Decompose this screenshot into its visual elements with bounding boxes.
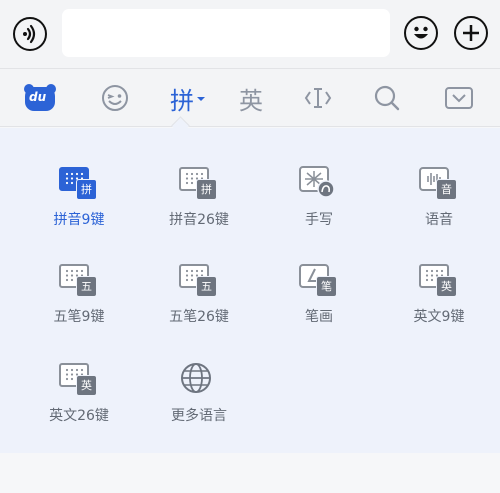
hide-keyboard-button[interactable]	[443, 69, 475, 127]
globe-icon	[179, 361, 219, 397]
input-method-label: 英文9键	[413, 309, 465, 325]
english-switch-button[interactable]: 英	[236, 69, 266, 127]
keyboard-icon: 英	[419, 262, 459, 298]
input-method-option[interactable]: 英英文26键	[17, 361, 137, 441]
wink-face-icon	[102, 85, 128, 111]
dropdown-arrow-icon	[197, 97, 205, 101]
voice-icon	[23, 24, 36, 44]
cursor-edit-button[interactable]	[302, 69, 334, 127]
input-method-option[interactable]: 手写	[257, 165, 377, 245]
collapse-keyboard-icon	[445, 87, 473, 109]
input-method-label: 语音	[425, 212, 453, 228]
method-badge: 拼	[196, 179, 217, 200]
add-button[interactable]	[454, 16, 488, 50]
method-badge: 五	[196, 276, 217, 297]
input-method-label: 更多语言	[171, 408, 227, 424]
input-method-option[interactable]: 更多语言	[137, 361, 257, 441]
emoji-button[interactable]	[404, 16, 438, 50]
method-badge: 英	[76, 375, 97, 396]
method-badge: 拼	[76, 179, 97, 200]
plus-icon	[463, 25, 479, 41]
baidu-logo-button[interactable]: du	[22, 69, 58, 127]
method-badge: 五	[76, 276, 97, 297]
input-method-label: 手写	[305, 212, 333, 228]
input-method-label: 五笔26键	[169, 309, 229, 325]
input-method-label: 拼音26键	[169, 212, 229, 228]
input-method-label: 笔画	[305, 309, 333, 325]
input-method-option[interactable]: 英英文9键	[377, 262, 497, 342]
voice-wave-icon: 音	[419, 165, 459, 201]
keyboard-icon: 拼	[59, 165, 99, 201]
emoji-panel-button[interactable]	[98, 69, 132, 127]
stroke-icon: 笔	[299, 262, 339, 298]
search-icon	[374, 85, 400, 111]
pinyin-switch-button[interactable]: 拼	[166, 69, 210, 127]
input-method-option[interactable]: 拼拼音9键	[17, 165, 137, 245]
input-method-label: 英文26键	[49, 408, 109, 424]
keyboard-icon: 拼	[179, 165, 219, 201]
input-method-label: 拼音9键	[53, 212, 105, 228]
input-method-option[interactable]: 拼拼音26键	[137, 165, 257, 245]
top-bar	[0, 0, 500, 68]
keyboard-icon: 英	[59, 361, 99, 397]
cursor-icon	[304, 88, 332, 108]
input-method-label: 五笔9键	[53, 309, 105, 325]
footer-area	[0, 453, 500, 493]
keyboard-toolbar: du 拼 英	[0, 68, 500, 127]
handwriting-icon	[299, 165, 339, 201]
method-badge: 英	[436, 276, 457, 297]
input-method-option[interactable]: 五五笔26键	[137, 262, 257, 342]
keyboard-icon: 五	[179, 262, 219, 298]
input-method-option[interactable]: 音语音	[377, 165, 497, 245]
english-label: 英	[239, 86, 263, 115]
keyboard-icon: 五	[59, 262, 99, 298]
input-method-option[interactable]: 笔笔画	[257, 262, 377, 342]
pinyin-label: 拼	[170, 86, 194, 115]
logo-text: du	[29, 90, 47, 104]
input-method-option[interactable]: 五五笔9键	[17, 262, 137, 342]
search-button[interactable]	[371, 69, 403, 127]
emoji-face-icon	[414, 26, 428, 39]
composition-input[interactable]	[62, 9, 390, 57]
method-badge: 音	[436, 179, 457, 200]
voice-button[interactable]	[13, 17, 47, 51]
method-badge: 笔	[316, 276, 337, 297]
